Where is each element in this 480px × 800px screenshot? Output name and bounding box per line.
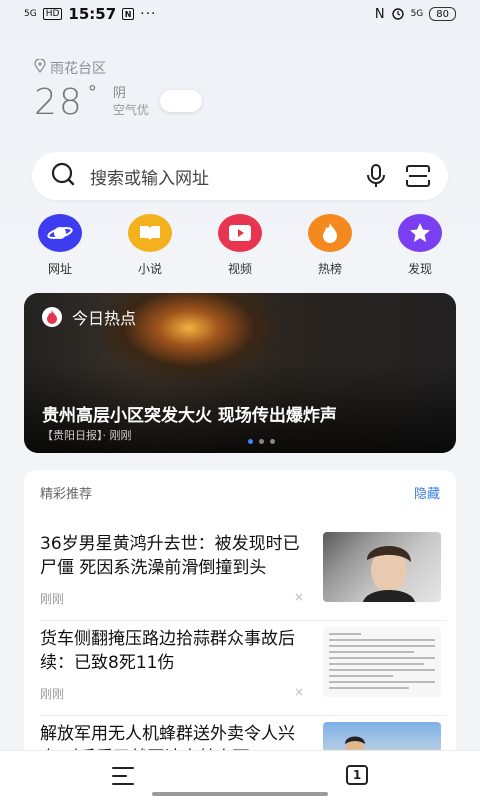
news-item[interactable]: 36岁男星黄鸿升去世：被发现时已尸僵 死因系洗澡前滑倒撞到头 刚刚 × xyxy=(40,532,446,621)
search-bar[interactable]: 搜索或输入网址 xyxy=(32,152,448,200)
quick-link-label: 热榜 xyxy=(317,262,342,276)
hot-news-card[interactable]: 今日热点 贵州高层小区突发大火 现场传出爆炸声 【贵阳日报】· 刚刚 xyxy=(24,293,456,453)
location[interactable]: 雨花台区 xyxy=(34,58,106,78)
location-pin-icon xyxy=(34,58,46,77)
play-icon xyxy=(218,214,262,252)
temperature: 28 xyxy=(34,82,84,123)
quick-links: 网址 小说 视频 热榜 发现 xyxy=(30,214,450,277)
battery-indicator: 80 xyxy=(429,7,456,21)
degree-symbol: ° xyxy=(87,82,97,103)
nfc-status-icon: N xyxy=(374,6,385,22)
alarm-icon xyxy=(391,6,405,23)
book-icon xyxy=(128,214,172,252)
recommend-feed: 精彩推荐 隐藏 36岁男星黄鸿升去世：被发现时已尸僵 死因系洗澡前滑倒撞到头 刚… xyxy=(24,470,456,792)
pager-dot-active[interactable] xyxy=(248,439,253,444)
news-title[interactable]: 36岁男星黄鸿升去世：被发现时已尸僵 死因系洗澡前滑倒撞到头 xyxy=(40,532,308,580)
hot-headline[interactable]: 贵州高层小区突发大火 现场传出爆炸声 xyxy=(42,401,337,426)
quick-link-label: 网址 xyxy=(47,262,72,276)
quick-link-websites[interactable]: 网址 xyxy=(30,214,90,277)
nfc-icon: N xyxy=(122,8,135,20)
location-label: 雨花台区 xyxy=(50,61,106,77)
air-quality: 空气优 xyxy=(112,103,149,117)
carousel-pager[interactable] xyxy=(248,439,275,444)
pager-dot[interactable] xyxy=(259,439,264,444)
quick-link-label: 发现 xyxy=(407,262,432,276)
quick-link-label: 视频 xyxy=(227,262,252,276)
scan-icon[interactable] xyxy=(404,162,432,190)
quick-link-videos[interactable]: 视频 xyxy=(210,214,270,277)
dismiss-button[interactable]: × xyxy=(294,590,304,604)
divider xyxy=(40,620,446,621)
search-input[interactable]: 搜索或输入网址 xyxy=(90,164,362,189)
quick-link-discover[interactable]: 发现 xyxy=(390,214,450,277)
microphone-icon[interactable] xyxy=(362,162,390,190)
hide-feed-button[interactable]: 隐藏 xyxy=(414,483,440,502)
feed-title: 精彩推荐 xyxy=(40,486,93,502)
hot-source: 【贵阳日报】· 刚刚 xyxy=(42,429,132,442)
flame-icon xyxy=(308,214,352,252)
hot-tag-label: 今日热点 xyxy=(72,309,137,328)
dismiss-button[interactable]: × xyxy=(294,685,304,699)
menu-icon[interactable] xyxy=(112,767,134,785)
clock: 15:57 xyxy=(68,5,117,23)
right-signal-indicator: 5G xyxy=(410,8,424,19)
more-notifications-icon: ··· xyxy=(140,6,157,22)
news-item[interactable]: 货车侧翻掩压路边拾蒜群众事故后续：已致8死11伤 刚刚 × xyxy=(40,627,446,716)
planet-icon xyxy=(38,214,82,252)
news-time: 刚刚 xyxy=(40,687,65,701)
news-thumbnail[interactable] xyxy=(323,627,441,697)
home-indicator[interactable] xyxy=(152,792,328,796)
hd-indicator: HD xyxy=(42,8,63,20)
weather-toggle[interactable] xyxy=(160,90,202,112)
pager-dot[interactable] xyxy=(270,439,275,444)
divider xyxy=(40,715,446,716)
weather-condition: 阴 xyxy=(112,86,126,101)
star-icon xyxy=(398,214,442,252)
news-time: 刚刚 xyxy=(40,592,65,606)
tabs-button[interactable]: 1 xyxy=(346,765,368,785)
quick-link-trending[interactable]: 热榜 xyxy=(300,214,360,277)
news-thumbnail[interactable] xyxy=(323,532,441,602)
status-bar: 5G HD 15:57 N ··· N 5G 80 xyxy=(0,0,480,28)
signal-indicator: 5G xyxy=(24,8,37,19)
weather-widget[interactable]: 28 ° 阴 空气优 xyxy=(34,82,149,123)
hot-tag: 今日热点 xyxy=(42,305,136,329)
quick-link-label: 小说 xyxy=(137,262,162,276)
quick-link-novels[interactable]: 小说 xyxy=(120,214,180,277)
hot-flame-icon xyxy=(42,307,62,327)
search-icon xyxy=(50,161,76,191)
news-title[interactable]: 货车侧翻掩压路边拾蒜群众事故后续：已致8死11伤 xyxy=(40,627,308,675)
